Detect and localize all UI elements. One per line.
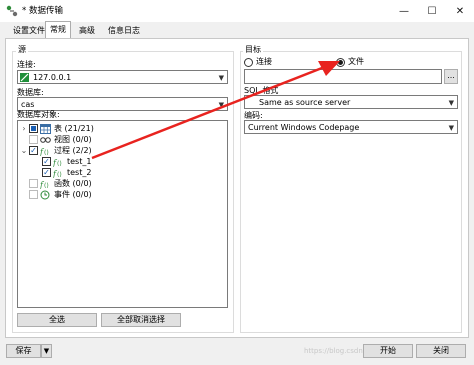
close-button[interactable]: 关闭 <box>416 344 466 358</box>
annotation-arrow <box>91 61 340 160</box>
save-button[interactable]: 保存 <box>6 344 41 358</box>
save-dropdown-button[interactable]: ▼ <box>41 344 52 358</box>
start-button[interactable]: 开始 <box>363 344 413 358</box>
